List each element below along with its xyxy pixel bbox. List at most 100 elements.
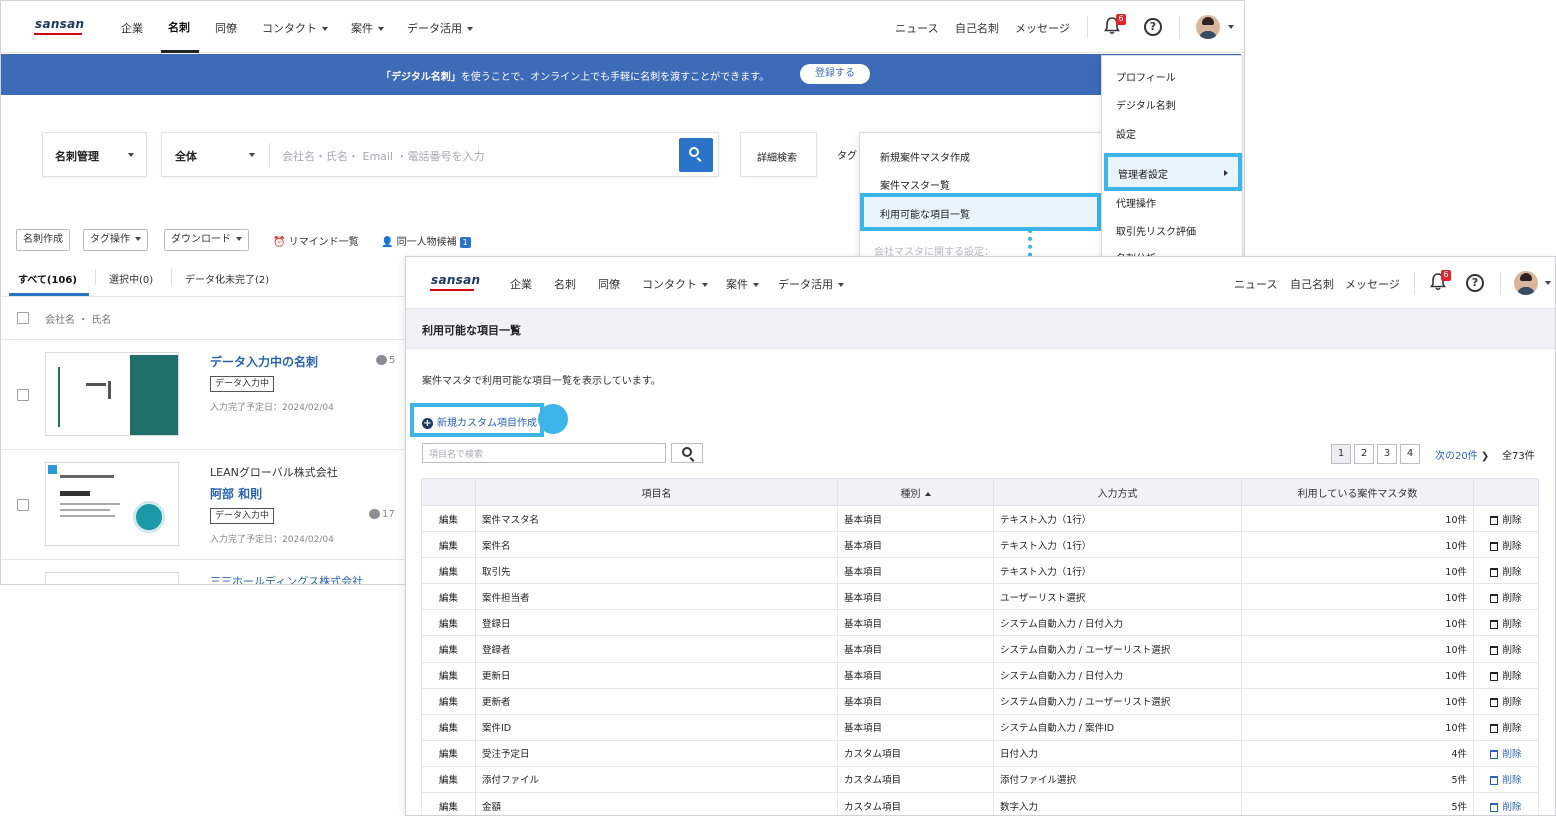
help-icon[interactable]: ? [1466,274,1484,292]
chevron-down-icon [135,237,141,241]
delete-button[interactable]: 削除 [1473,792,1539,815]
card-image[interactable] [45,352,179,436]
duplicate-link[interactable]: 👤 同一人物候補 1 [381,233,471,248]
menu-item-proxy[interactable]: 代理操作 [1116,195,1156,210]
chevron-down-icon[interactable] [249,153,255,157]
menu-item-deal-master-list[interactable]: 案件マスター覧 [880,177,950,192]
edit-link[interactable]: 編集 [421,765,476,794]
scope-select[interactable]: 名刺管理 [42,132,147,177]
nav-deals[interactable]: 案件 [726,276,759,292]
edit-link[interactable]: 編集 [421,635,476,663]
delete-button[interactable]: 削除 [1473,739,1539,767]
card-image[interactable] [45,572,179,584]
page-4-button[interactable]: 4 [1400,444,1420,464]
edit-link[interactable]: 編集 [421,687,476,715]
menu-item-admin-settings[interactable]: 管理者設定 [1104,153,1242,191]
sansan-logo[interactable]: sansan [431,273,480,287]
edit-link[interactable]: 編集 [421,661,476,689]
nav-companies[interactable]: 企業 [510,276,532,292]
menu-item-settings[interactable]: 設定 [1116,126,1136,141]
col-header-type[interactable]: 種別 [837,478,994,506]
table-row: 編集 案件ID 基本項目 システム自動入力 / 案件ID 10件 削除 [421,713,1539,741]
col-header-count[interactable]: 利用している案件マスタ数 [1241,478,1474,506]
comment-count[interactable]: 17 [369,509,395,520]
col-header-input[interactable]: 入力方式 [993,478,1242,506]
trash-icon [1490,750,1499,760]
next-page-link[interactable]: 次の20件 ❯ [1435,447,1489,462]
table-row: 編集 案件担当者 基本項目 ユーザーリスト選択 10件 削除 [421,583,1539,611]
card-checkbox[interactable] [17,389,29,401]
tab-incomplete[interactable]: データ化未完了(2) [185,271,269,286]
edit-link[interactable]: 編集 [421,531,476,559]
card-company[interactable]: 三三ホールディングス株式会社 [210,573,363,584]
chevron-down-icon[interactable] [1545,281,1551,285]
field-name: 受注予定日 [475,739,838,767]
card-image[interactable] [45,462,179,546]
edit-link[interactable]: 編集 [421,739,476,767]
nav-my-card[interactable]: 自己名刺 [1290,276,1334,292]
nav-deals[interactable]: 案件 [351,20,384,36]
edit-link[interactable]: 編集 [421,609,476,637]
field-input-type: システム自動入力 / 案件ID [993,713,1242,741]
edit-link[interactable]: 編集 [421,557,476,585]
nav-cards[interactable]: 名刺 [168,19,190,35]
divider [1,449,405,450]
nav-news[interactable]: ニュース [1234,276,1277,292]
card-checkbox[interactable] [17,499,29,511]
menu-item-risk[interactable]: 取引先リスク評価 [1116,223,1196,238]
edit-link[interactable]: 編集 [421,713,476,741]
nav-messages[interactable]: メッセージ [1345,276,1400,292]
search-input[interactable]: 会社名・氏名・ Email ・電話番号を入力 [282,148,485,164]
menu-item-digital-card[interactable]: デジタル名刺 [1116,97,1176,112]
register-button[interactable]: 登録する [800,64,870,84]
nav-news[interactable]: ニュース [895,20,938,36]
filter-select-value[interactable]: 全体 [175,148,197,164]
reminder-link[interactable]: ⏰ リマインド一覧 [273,233,359,248]
tag-filter[interactable]: タグ [837,147,857,162]
avatar[interactable] [1514,271,1538,295]
top-nav: sansan 企業 名刺 同僚 コンタクト 案件 データ活用 ニュース 自己名刺… [406,257,1555,309]
nav-companies[interactable]: 企業 [121,20,143,36]
trash-icon [1490,593,1499,603]
nav-colleagues[interactable]: 同僚 [598,276,620,292]
table-row: 編集 更新日 基本項目 システム自動入力 / 日付入力 10件 削除 [421,661,1539,689]
col-header-name[interactable]: 項目名 [475,478,838,506]
advanced-search-button[interactable]: 詳細検索 [740,132,817,177]
create-card-button[interactable]: 名刺作成 [16,229,70,251]
help-icon[interactable]: ? [1144,18,1162,36]
nav-contacts[interactable]: コンタクト [262,20,328,36]
card-person-name[interactable]: 阿部 和則 [210,485,262,502]
nav-my-card[interactable]: 自己名刺 [955,20,999,36]
nav-messages[interactable]: メッセージ [1015,20,1070,36]
field-search-button[interactable] [671,443,703,463]
download-button[interactable]: ダウンロード [164,229,249,251]
delete-button[interactable]: 削除 [1473,765,1539,794]
card-person-name[interactable]: データ入力中の名刺 [210,353,318,370]
page-3-button[interactable]: 3 [1377,444,1397,464]
page-1-button[interactable]: 1 [1331,444,1351,464]
advanced-search-label: 詳細検索 [757,153,797,164]
edit-link[interactable]: 編集 [421,583,476,611]
field-search-input[interactable]: 項目名で検索 [422,443,666,463]
tab-all[interactable]: すべて(106) [18,271,77,286]
select-all-checkbox[interactable] [17,312,29,324]
comment-count[interactable]: 5 [376,355,395,366]
menu-item-available-fields[interactable]: 利用可能な項目一覧 [860,193,1101,231]
nav-data[interactable]: データ活用 [778,276,844,292]
avatar[interactable] [1196,15,1220,39]
page-2-button[interactable]: 2 [1354,444,1374,464]
menu-item-profile[interactable]: プロフィール [1116,69,1176,84]
chevron-down-icon[interactable] [1228,25,1234,29]
nav-contacts[interactable]: コンタクト [642,276,708,292]
menu-item-new-deal-master[interactable]: 新規案件マスタ作成 [880,149,970,164]
new-custom-field-button[interactable]: + 新規カスタム項目作成 [422,414,537,429]
nav-colleagues[interactable]: 同僚 [215,20,237,36]
tab-selected[interactable]: 選択中(0) [109,271,153,286]
tag-ops-button[interactable]: タグ操作 [83,229,148,251]
edit-link[interactable]: 編集 [421,504,476,533]
search-button[interactable] [679,138,713,172]
edit-link[interactable]: 編集 [421,792,476,815]
nav-cards[interactable]: 名刺 [554,276,576,292]
nav-data[interactable]: データ活用 [407,20,473,36]
sansan-logo[interactable]: sansan [35,17,84,31]
